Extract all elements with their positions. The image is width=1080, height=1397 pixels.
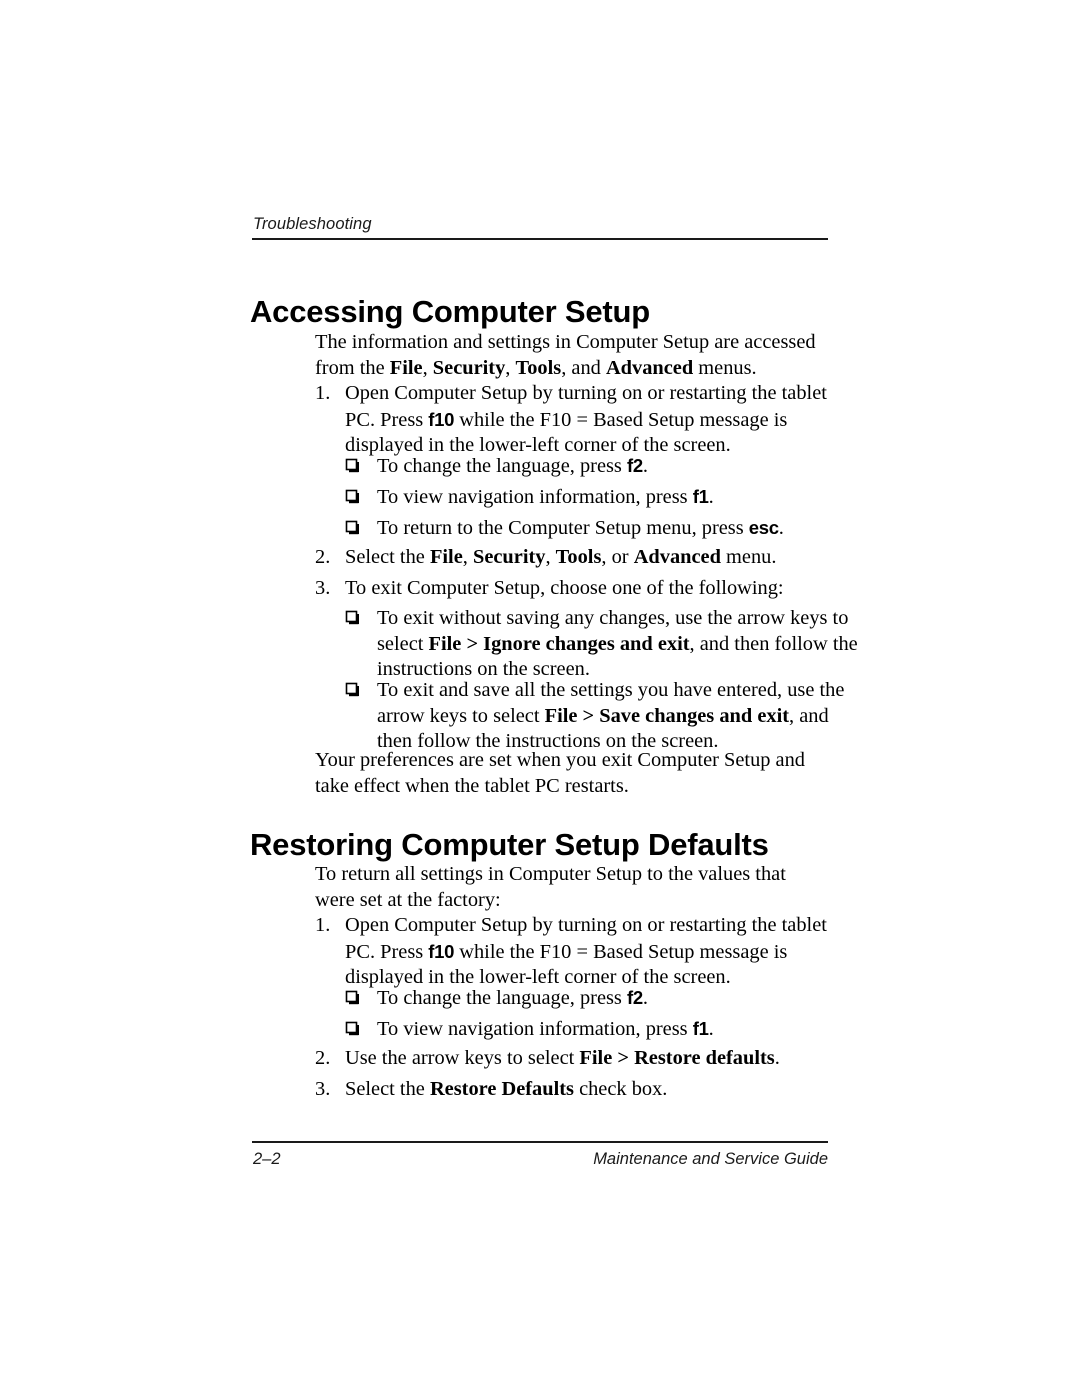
intro-paragraph-restoring: To return all settings in Computer Setup… xyxy=(315,863,786,911)
section-heading-accessing-computer-setup: Accessing Computer Setup xyxy=(250,293,651,329)
footer-guide-title: Maintenance and Service Guide xyxy=(593,1150,828,1168)
numbered-step-3-restoring: 3. Select the Restore Defaults check box. xyxy=(315,1077,860,1103)
key-label-f10: f10 xyxy=(428,408,455,430)
menu-path-restore-defaults: File > Restore defaults xyxy=(579,1047,775,1069)
key-label-esc: esc xyxy=(748,517,779,538)
bullet-item: To return to the Computer Setup menu, pr… xyxy=(345,515,862,542)
text-fragment: Select the xyxy=(345,1078,430,1100)
list-marker: 1. xyxy=(315,914,331,936)
bullet-item: To view navigation information, press f1… xyxy=(345,484,862,511)
menu-path-ignore-changes-and-exit: File > Ignore changes and exit xyxy=(428,632,690,655)
list-marker: 3. xyxy=(315,577,331,599)
bullet-item: To exit and save all the settings you ha… xyxy=(345,678,862,755)
menu-name-tools: Tools xyxy=(555,546,602,568)
text-fragment: , xyxy=(505,356,516,379)
numbered-step-2-restoring: 2. Use the arrow keys to select File > Re… xyxy=(315,1046,860,1072)
bullet-item: To change the language, press f2. xyxy=(345,985,862,1012)
bullet-item: To view navigation information, press f1… xyxy=(345,1016,862,1043)
checkbox-bullet-icon xyxy=(345,485,377,511)
running-header-text: Troubleshooting xyxy=(253,215,372,233)
text-fragment: To change the language, press xyxy=(377,987,627,1009)
key-label-f1: f1 xyxy=(692,486,709,507)
text-fragment: To change the language, press xyxy=(377,455,627,477)
footer-page-number: 2–2 xyxy=(253,1150,281,1168)
checkbox-bullet-icon xyxy=(345,986,377,1012)
key-label-f2: f2 xyxy=(626,987,643,1008)
document-page: Troubleshooting Accessing Computer Setup… xyxy=(0,0,1080,1397)
footer-rule xyxy=(252,1141,828,1143)
menu-name-file: File xyxy=(389,356,423,379)
key-label-f10: f10 xyxy=(428,940,455,962)
text-fragment: . xyxy=(708,486,714,508)
text-fragment: . xyxy=(774,1047,780,1069)
menu-name-tools: Tools xyxy=(515,356,562,379)
menu-name-advanced: Advanced xyxy=(605,356,694,379)
text-fragment: , and xyxy=(561,356,606,379)
text-fragment: , xyxy=(422,356,433,379)
key-label-f2: f2 xyxy=(626,455,643,476)
text-fragment: To view navigation information, press xyxy=(377,486,693,508)
numbered-step-1-restoring: 1. Open Computer Setup by turning on or r… xyxy=(315,913,860,991)
bullet-item: To change the language, press f2. xyxy=(345,453,862,480)
checkbox-bullet-icon xyxy=(345,516,377,542)
text-fragment: To exit Computer Setup, choose one of th… xyxy=(345,577,784,599)
numbered-step-1-accessing: 1. Open Computer Setup by turning on or r… xyxy=(315,381,860,459)
text-fragment: . xyxy=(642,455,648,477)
menu-path-save-changes-and-exit: File > Save changes and exit xyxy=(544,704,790,727)
text-fragment: check box. xyxy=(573,1078,668,1100)
intro-paragraph-accessing: The information and settings in Computer… xyxy=(315,330,830,381)
closing-paragraph-accessing: Your preferences are set when you exit C… xyxy=(315,749,806,797)
list-marker: 3. xyxy=(315,1078,331,1100)
checkbox-bullet-icon xyxy=(345,454,377,480)
list-marker: 2. xyxy=(315,546,331,568)
numbered-step-3-accessing: 3. To exit Computer Setup, choose one of … xyxy=(315,576,860,602)
text-fragment: To return to the Computer Setup menu, pr… xyxy=(377,517,749,539)
menu-name-security: Security xyxy=(432,356,506,379)
text-fragment: menus. xyxy=(693,356,757,379)
text-fragment: , or xyxy=(601,546,634,568)
numbered-step-2-accessing: 2. Select the File, Security, Tools, or A… xyxy=(315,545,860,571)
menu-name-advanced: Advanced xyxy=(633,546,721,568)
checkbox-name-restore-defaults: Restore Defaults xyxy=(429,1078,574,1100)
key-label-f1: f1 xyxy=(692,1018,709,1039)
text-fragment: . xyxy=(708,1018,714,1040)
text-fragment: . xyxy=(642,987,648,1009)
text-fragment: Use the arrow keys to select xyxy=(345,1047,580,1069)
bullet-item: To exit without saving any changes, use … xyxy=(345,606,862,683)
text-fragment: , xyxy=(545,546,556,568)
menu-name-security: Security xyxy=(472,546,546,568)
text-fragment: menu. xyxy=(720,546,777,568)
running-header: Troubleshooting xyxy=(252,214,828,240)
checkbox-bullet-icon xyxy=(345,606,377,632)
checkbox-bullet-icon xyxy=(345,678,377,704)
section-heading-restoring-computer-setup-defaults: Restoring Computer Setup Defaults xyxy=(250,826,769,862)
text-fragment: , xyxy=(462,546,473,568)
header-rule xyxy=(252,238,828,240)
checkbox-bullet-icon xyxy=(345,1017,377,1043)
menu-name-file: File xyxy=(429,546,463,568)
text-fragment: To view navigation information, press xyxy=(377,1018,693,1040)
list-marker: 1. xyxy=(315,382,331,404)
text-fragment: . xyxy=(778,517,784,539)
text-fragment: Select the xyxy=(345,546,430,568)
list-marker: 2. xyxy=(315,1047,331,1069)
